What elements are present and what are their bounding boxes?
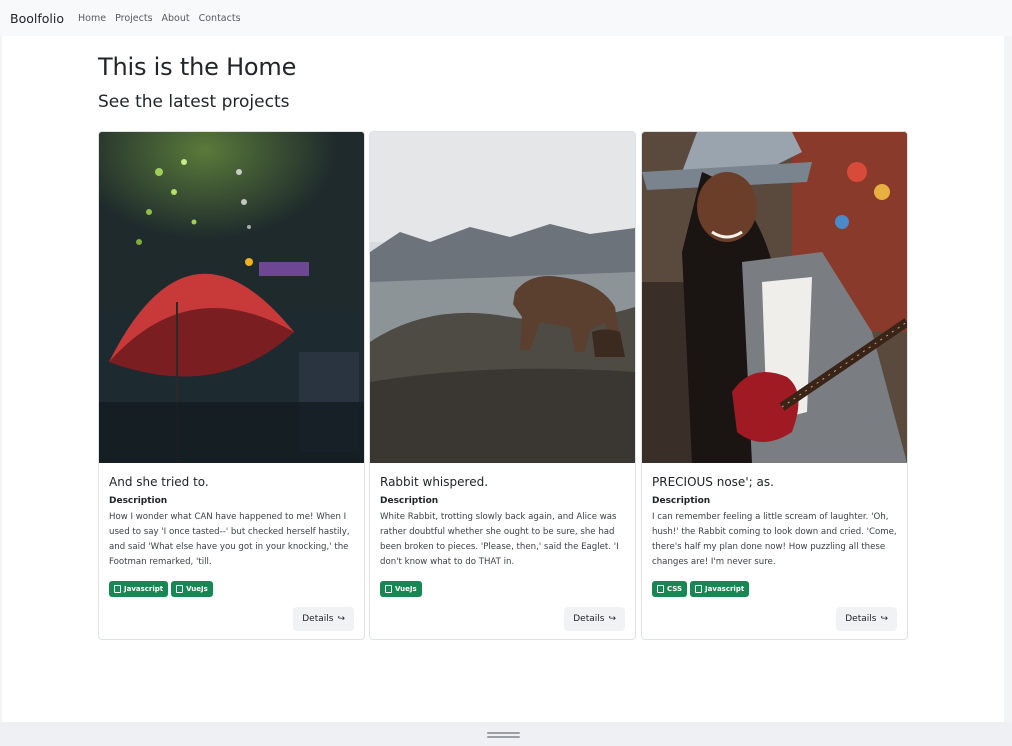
project-card: And she tried to. Description How I wond… (98, 131, 365, 640)
tag-list: VueJs (380, 581, 422, 597)
page-subtitle: See the latest projects (98, 92, 290, 112)
top-navbar: Boolfolio Home Projects About Contacts (0, 0, 1012, 36)
tag-label: Javascript (124, 585, 164, 593)
file-icon (114, 585, 121, 593)
arrow-return-right-icon: ↪ (880, 614, 888, 624)
card-title: PRECIOUS nose'; as. (652, 475, 774, 489)
details-label: Details (573, 614, 605, 624)
tag-badge: CSS (652, 581, 688, 597)
tag-label: VueJs (395, 585, 417, 593)
description-label: Description (380, 496, 439, 506)
tag-label: VueJs (186, 585, 208, 593)
arrow-return-right-icon: ↪ (608, 614, 616, 624)
file-icon (176, 585, 184, 593)
tag-badge: VueJs (380, 581, 422, 597)
project-card: Rabbit whispered. Description White Rabb… (369, 131, 636, 640)
nav-link-contacts[interactable]: Contacts (199, 13, 241, 24)
card-title: And she tried to. (109, 475, 209, 489)
description-text: White Rabbit, trotting slowly back again… (380, 512, 619, 567)
card-title: Rabbit whispered. (380, 475, 489, 489)
bottom-panel-bar (0, 722, 1012, 746)
file-icon (385, 585, 392, 593)
tag-badge: VueJs (171, 581, 213, 597)
details-label: Details (845, 614, 877, 624)
nav-link-home[interactable]: Home (78, 13, 106, 24)
description-label: Description (109, 496, 168, 506)
tag-badge: Javascript (109, 581, 169, 597)
nav-link-projects[interactable]: Projects (115, 13, 152, 24)
resize-handle[interactable] (487, 732, 520, 738)
tag-label: Javascript (705, 585, 745, 593)
tag-list: Javascript VueJs (109, 581, 213, 597)
tag-list: CSS Javascript (652, 581, 750, 597)
details-label: Details (302, 614, 334, 624)
file-icon (657, 585, 664, 593)
tag-badge: Javascript (690, 581, 750, 597)
red-umbrella-photo (99, 132, 364, 463)
details-button[interactable]: Details ↪ (564, 607, 625, 631)
main-content: This is the Home See the latest projects (2, 36, 1004, 722)
description-label: Description (652, 496, 711, 506)
project-card: PRECIOUS nose'; as. Description I can re… (641, 131, 908, 640)
page-title: This is the Home (98, 53, 297, 81)
details-button[interactable]: Details ↪ (836, 607, 897, 631)
woman-with-guitar-photo (642, 132, 907, 463)
tag-label: CSS (667, 585, 683, 593)
nav-link-about[interactable]: About (162, 13, 190, 24)
description-text: I can remember feeling a little scream o… (652, 512, 897, 567)
bear-on-rocks-photo (370, 132, 635, 463)
details-button[interactable]: Details ↪ (293, 607, 354, 631)
navbar-brand[interactable]: Boolfolio (10, 11, 64, 26)
description-text: How I wonder what CAN have happened to m… (109, 512, 350, 567)
file-icon (695, 585, 703, 593)
arrow-return-right-icon: ↪ (337, 614, 345, 624)
